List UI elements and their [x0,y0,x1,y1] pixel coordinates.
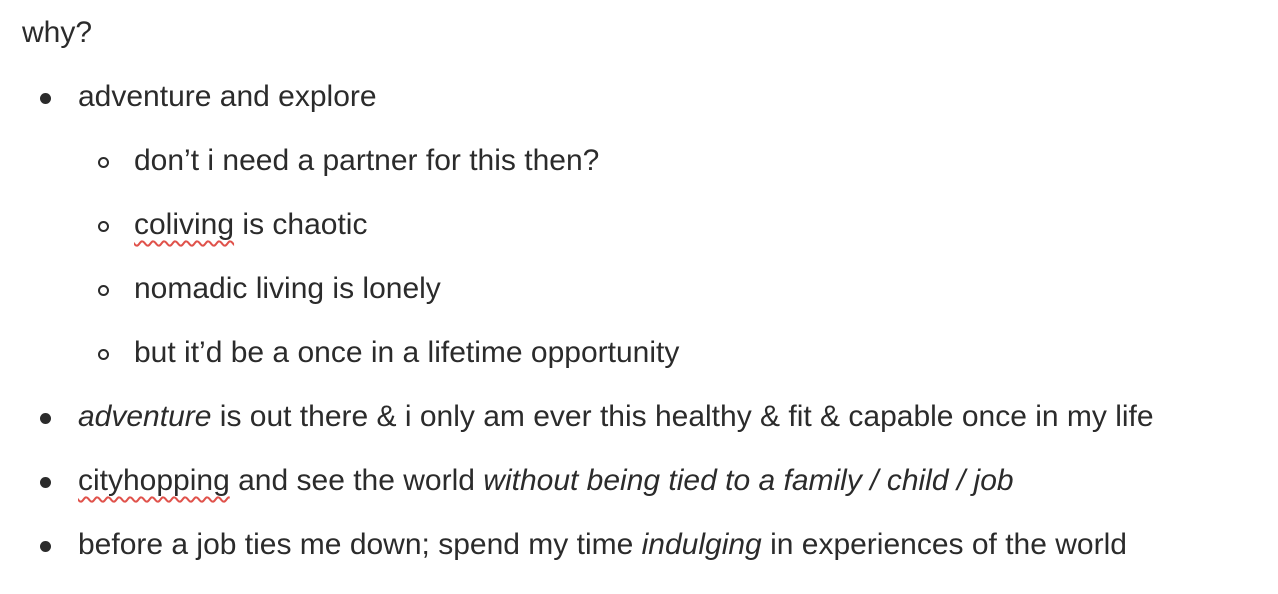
misspelled-word: cityhopping [78,464,230,497]
list-item[interactable]: adventure and explore [22,76,1278,118]
sub-list-item[interactable]: don’t i need a partner for this then? [22,140,1278,182]
item-text: before a job ties me down; spend my time [78,528,642,561]
list-item[interactable]: cityhopping and see the world without be… [22,460,1278,502]
item-text: in experiences of the world [761,528,1127,561]
bullet-circle-icon [98,285,109,296]
item-text: and see the world [229,464,484,497]
sub-list-item[interactable]: coliving is chaotic [22,204,1278,246]
misspelled-word: coliving [134,208,235,241]
item-text: don’t i need a partner for this then? [134,144,600,177]
document-body[interactable]: why? adventure and explore don’t i need a… [22,12,1278,588]
sub-list-item[interactable]: nomadic living is lonely [22,268,1278,310]
item-text: adventure and explore [78,80,377,113]
bullet-list: adventure and explore don’t i need a part… [22,76,1278,566]
bullet-circle-icon [98,349,109,360]
bullet-disc-icon [40,477,51,488]
list-item[interactable]: before a job ties me down; spend my time… [22,524,1278,566]
bullet-circle-icon [98,157,109,168]
italic-text: without being tied to a family / child /… [483,464,1014,497]
bullet-disc-icon [40,93,51,104]
item-text: is out there & i only am ever this healt… [211,400,1154,433]
item-text: nomadic living is lonely [134,272,441,305]
sub-list-item[interactable]: but it’d be a once in a lifetime opportu… [22,332,1278,374]
item-text: is chaotic [234,208,368,241]
italic-text: indulging [641,528,762,561]
heading-why: why? [22,16,93,49]
bullet-disc-icon [40,413,51,424]
bullet-disc-icon [40,541,51,552]
list-item[interactable]: adventure is out there & i only am ever … [22,396,1278,438]
bullet-circle-icon [98,221,109,232]
italic-text: adventure [78,400,212,433]
item-text: but it’d be a once in a lifetime opportu… [134,336,680,369]
